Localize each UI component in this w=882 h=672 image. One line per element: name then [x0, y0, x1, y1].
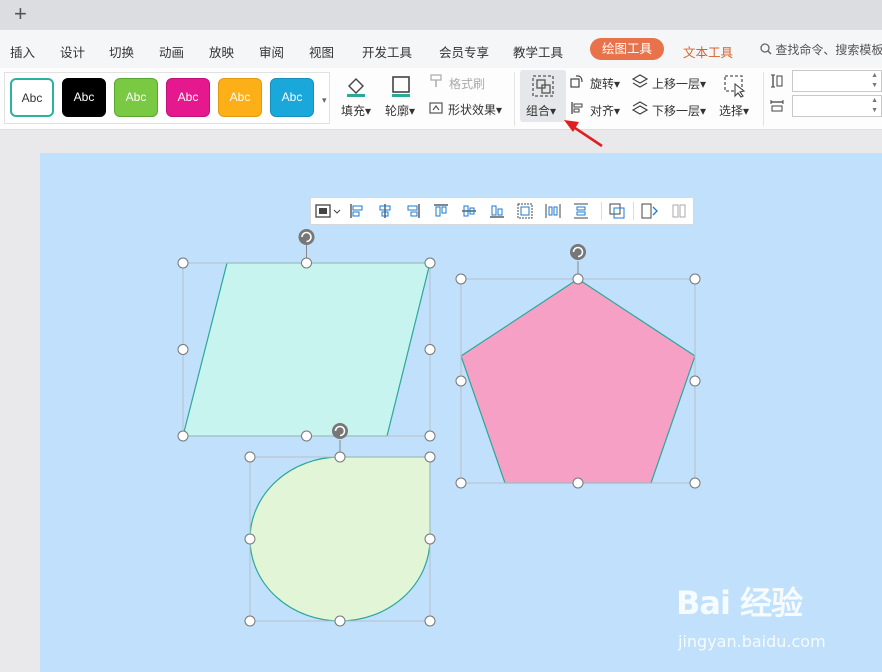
- resize-handle[interactable]: [334, 451, 346, 463]
- resize-handle[interactable]: [455, 273, 467, 285]
- resize-handle[interactable]: [244, 451, 256, 463]
- baidu-watermark-url: jingyan.baidu.com: [678, 632, 826, 651]
- teardrop-shape[interactable]: [249, 456, 431, 622]
- resize-handle[interactable]: [689, 477, 701, 489]
- resize-handle[interactable]: [177, 257, 189, 269]
- shapes-layer: [177, 120, 701, 627]
- resize-handle[interactable]: [572, 477, 584, 489]
- resize-handle[interactable]: [424, 451, 436, 463]
- baidu-watermark-logo: Bai 经验: [676, 584, 803, 622]
- resize-handle[interactable]: [301, 257, 312, 269]
- red-annotation-arrow: [571, 124, 603, 148]
- parallelogram-shape[interactable]: [182, 262, 431, 437]
- rotate-handle-icon[interactable]: [332, 423, 348, 439]
- rotate-handle-icon[interactable]: [298, 229, 315, 245]
- resize-handle[interactable]: [455, 477, 467, 489]
- resize-handle[interactable]: [177, 430, 189, 442]
- resize-handle[interactable]: [424, 615, 436, 627]
- resize-handle[interactable]: [334, 615, 346, 627]
- resize-handle[interactable]: [572, 273, 584, 285]
- resize-handle[interactable]: [689, 375, 701, 387]
- resize-handle[interactable]: [424, 257, 436, 269]
- resize-handle[interactable]: [244, 615, 256, 627]
- resize-handle[interactable]: [177, 344, 189, 355]
- resize-handle[interactable]: [424, 344, 436, 355]
- resize-handle[interactable]: [244, 533, 256, 545]
- resize-handle[interactable]: [301, 430, 312, 442]
- resize-handle[interactable]: [689, 273, 701, 285]
- resize-handle[interactable]: [424, 533, 436, 545]
- rotate-handle-icon[interactable]: [570, 244, 586, 260]
- resize-handle[interactable]: [455, 375, 467, 387]
- pentagon-shape[interactable]: [460, 278, 696, 484]
- resize-handle[interactable]: [424, 430, 436, 442]
